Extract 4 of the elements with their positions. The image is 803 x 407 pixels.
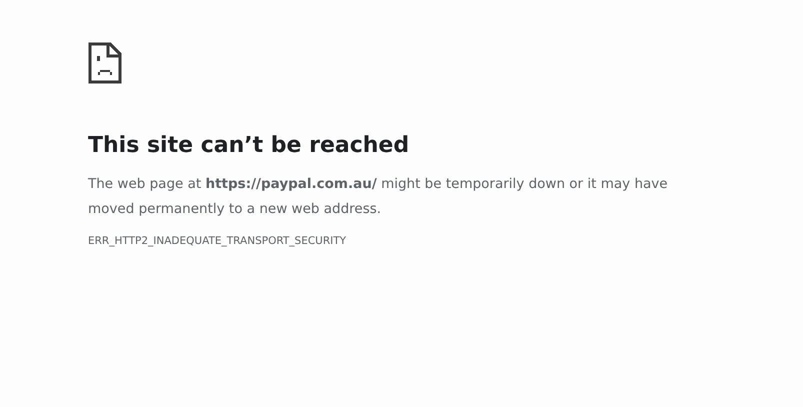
error-message: The web page at https://paypal.com.au/ might be temporarily down or it may have moved permanently to a new web address.	[88, 174, 669, 218]
error-heading: This site can’t be reached	[88, 132, 410, 160]
sad-page-icon	[88, 42, 122, 84]
error-code: ERR_HTTP2_INADEQUATE_TRANSPORT_SECURITY	[88, 234, 346, 248]
